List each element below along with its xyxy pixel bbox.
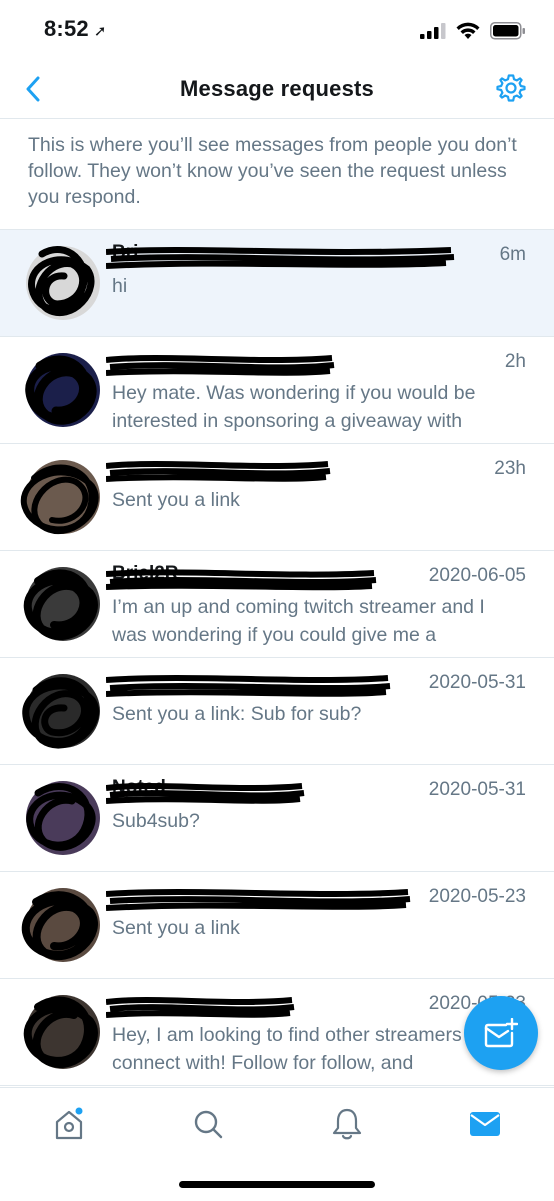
request-row[interactable]: 2020-05-23 Sent you a link <box>0 872 554 979</box>
page-title: Message requests <box>180 76 374 101</box>
battery-icon <box>490 22 525 40</box>
message-preview: Sent you a link: Sub for sub? <box>112 703 362 725</box>
avatar-scribble <box>20 464 99 535</box>
home-icon <box>55 1107 83 1140</box>
avatar-scribble <box>26 783 96 851</box>
wifi-icon <box>456 22 480 39</box>
request-time: 2020-05-31 <box>428 779 526 800</box>
request-time: 2020-05-31 <box>428 672 526 693</box>
location-arrow-icon: ➚ <box>93 23 107 40</box>
home-indicator[interactable] <box>179 1181 375 1188</box>
message-preview: Sub4sub? <box>112 810 200 832</box>
name-redaction <box>106 569 377 591</box>
request-row[interactable]: 23h Sent you a link <box>0 444 554 551</box>
bell-icon <box>332 1108 362 1140</box>
request-row[interactable]: 2020-05-31 Sent you a link: Sub for sub? <box>0 658 554 765</box>
tab-home[interactable] <box>51 1106 87 1142</box>
request-row[interactable]: Bri 6m hi <box>0 230 554 337</box>
name-redaction <box>106 997 295 1018</box>
avatar-scribble <box>23 569 98 641</box>
status-time: 8:52 ➚ <box>44 16 107 42</box>
name-redaction <box>106 461 331 482</box>
search-icon <box>194 1110 223 1139</box>
new-message-button[interactable] <box>464 996 538 1070</box>
avatar-scribble <box>21 891 98 961</box>
message-preview: Hey mate. Was wondering if you would be … <box>112 382 476 432</box>
envelope-icon <box>470 1112 500 1136</box>
status-icons <box>420 22 526 40</box>
tab-notifications[interactable] <box>329 1106 365 1142</box>
name-redaction <box>106 247 455 269</box>
request-row[interactable]: Noted 2020-05-31 Sub4sub? <box>0 765 554 872</box>
request-time: 23h <box>494 458 526 479</box>
tab-search[interactable] <box>190 1106 226 1142</box>
gear-icon <box>496 74 526 102</box>
message-preview: I’m an up and coming twitch streamer and… <box>112 596 485 646</box>
message-request-list: Bri 6m hi 2h Hey mate. Was wondering if … <box>0 230 554 1086</box>
request-time: 2020-06-05 <box>428 565 526 586</box>
nav-bar: Message requests <box>0 60 554 119</box>
new-message-icon <box>484 1018 518 1048</box>
name-redaction <box>106 355 335 376</box>
message-preview: Hey, I am looking to find other streamer… <box>112 1024 484 1074</box>
tab-messages[interactable] <box>467 1106 503 1142</box>
avatar-scribble <box>22 677 100 749</box>
request-time: 2020-05-23 <box>428 886 526 907</box>
request-row[interactable]: 2h Hey mate. Was wondering if you would … <box>0 337 554 444</box>
name-redaction <box>106 783 305 804</box>
message-preview: Sent you a link <box>112 489 240 511</box>
settings-button[interactable] <box>496 73 526 103</box>
message-preview: Sent you a link <box>112 917 240 939</box>
avatar-scribble <box>28 246 95 317</box>
avatar-scribble <box>25 355 97 425</box>
request-time: 2h <box>504 351 526 372</box>
intro-text: This is where you’ll see messages from p… <box>28 134 517 208</box>
avatar-scribble <box>23 996 98 1069</box>
message-preview: hi <box>112 275 128 297</box>
status-time-text: 8:52 <box>44 16 89 41</box>
name-redaction <box>106 675 391 697</box>
request-row[interactable]: Briel2R 2020-06-05 I’m an up and coming … <box>0 551 554 658</box>
status-bar: 8:52 ➚ <box>0 0 554 60</box>
name-redaction <box>106 889 411 911</box>
request-time: 6m <box>499 244 526 265</box>
cellular-signal-icon <box>420 23 446 39</box>
